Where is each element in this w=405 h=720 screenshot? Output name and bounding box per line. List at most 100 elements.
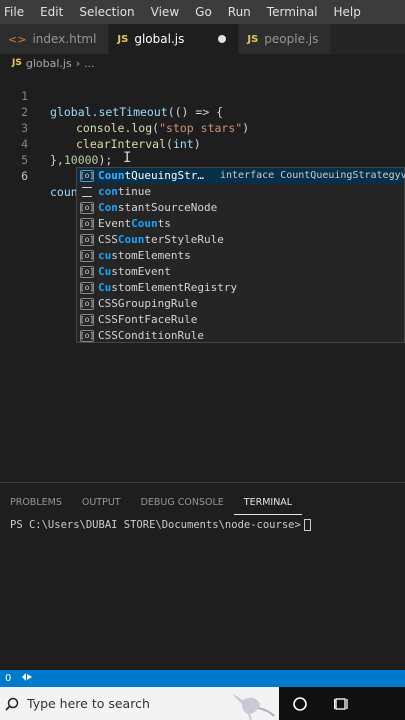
editor-tab-bar: <> index.html JS global.js JS people.js xyxy=(0,24,405,54)
line-number: 6 xyxy=(21,169,28,183)
symbol-icon: [o] xyxy=(79,330,95,342)
suggestion-item[interactable]: [o] customElements xyxy=(77,248,404,264)
suggestion-match: Coun xyxy=(98,169,125,182)
tab-index-html[interactable]: <> index.html xyxy=(0,24,110,54)
tab-label: global.js xyxy=(134,32,185,46)
js-icon: JS xyxy=(117,33,129,45)
suggestion-label: CSSConditionRule xyxy=(98,328,204,344)
tab-global-js[interactable]: JS global.js xyxy=(109,24,240,54)
cortana-icon[interactable] xyxy=(279,687,321,720)
bottom-panel: PROBLEMS OUTPUT DEBUG CONSOLE TERMINAL P… xyxy=(0,482,405,670)
suggestion-item[interactable]: continue xyxy=(77,184,404,200)
suggestion-label-part: ts xyxy=(157,217,171,230)
symbol-icon: [o] xyxy=(79,234,95,246)
unsaved-dot-icon[interactable] xyxy=(218,35,227,43)
suggestion-label: CustomElementRegistry xyxy=(98,280,237,296)
suggestion-item[interactable]: [o] CountQueuingStr… interface CountQueuin… xyxy=(77,168,405,184)
menu-selection[interactable]: Selection xyxy=(71,5,142,19)
breadcrumb-file[interactable]: global.js xyxy=(26,57,72,70)
code-line: 6 coun xyxy=(0,152,405,200)
symbol-icon: [o] xyxy=(79,314,95,326)
heron-illustration xyxy=(228,690,276,720)
breadcrumb: JS global.js › ... xyxy=(0,54,405,72)
suggestion-label-part: tQueuingStr… xyxy=(124,169,204,182)
tab-debug-console[interactable]: DEBUG CONSOLE xyxy=(131,495,234,515)
suggestion-label: CSSFontFaceRule xyxy=(98,312,197,328)
suggestion-label: CSSGroupingRule xyxy=(98,296,197,312)
suggestion-label-part: stomEvent xyxy=(111,265,171,278)
suggestion-match: CSSGroupingRule xyxy=(98,297,198,310)
status-bar: 0 xyxy=(0,670,405,687)
suggestion-label-part: Event xyxy=(98,217,132,230)
code-line: 5 xyxy=(0,136,405,167)
tab-people-js[interactable]: JS people.js xyxy=(239,24,332,54)
symbol-icon: [o] xyxy=(79,170,95,182)
suggestion-label: customElements xyxy=(98,248,191,264)
suggestion-item[interactable]: [o] CSSFontFaceRule xyxy=(77,312,404,328)
menu-run[interactable]: Run xyxy=(220,5,259,19)
suggestion-match: Coun xyxy=(131,217,158,230)
html-icon: <> xyxy=(8,32,27,46)
menu-edit[interactable]: Edit xyxy=(32,5,71,19)
suggestion-match: CSSConditionRule xyxy=(98,329,204,342)
suggestion-item[interactable]: [o] CSSCounterStyleRule xyxy=(77,232,404,248)
suggestion-detail: interface CountQueuingStrategyvar xyxy=(220,170,405,181)
tab-label: people.js xyxy=(264,32,319,46)
suggestion-label-part: tinue xyxy=(117,185,151,198)
menu-bar: File Edit Selection View Go Run Terminal… xyxy=(0,0,405,24)
suggestion-match: cu xyxy=(98,249,112,262)
suggestion-label: CSSCounterStyleRule xyxy=(98,232,224,248)
terminal[interactable]: PS C:\Users\DUBAI STORE\Documents\node-c… xyxy=(10,519,311,531)
menu-go[interactable]: Go xyxy=(187,5,220,19)
tab-terminal[interactable]: TERMINAL xyxy=(233,495,303,515)
suggestion-item[interactable]: [o] CSSConditionRule xyxy=(77,328,404,344)
js-icon: JS xyxy=(247,33,259,45)
autocomplete-list[interactable]: [o] CountQueuingStr… interface CountQueuin… xyxy=(76,167,405,343)
suggestion-label-part: CSS xyxy=(98,233,118,246)
symbol-icon: [o] xyxy=(79,298,95,310)
code-line: 1 global.setTimeout(() => { xyxy=(0,72,405,119)
panel-tabs: PROBLEMS OUTPUT DEBUG CONSOLE TERMINAL xyxy=(0,495,303,515)
problems-count[interactable]: 0 xyxy=(0,673,16,684)
suggestion-match: Con xyxy=(98,201,118,214)
tab-output[interactable]: OUTPUT xyxy=(72,495,131,515)
suggestion-item[interactable]: [o] CSSGroupingRule xyxy=(77,296,404,312)
terminal-prompt: PS C:\Users\DUBAI STORE\Documents\node-c… xyxy=(10,519,301,531)
ibeam-cursor-icon: I xyxy=(123,150,132,166)
task-view-icon[interactable] xyxy=(321,687,363,720)
suggestion-item[interactable]: [o] EventCounts xyxy=(77,216,404,232)
suggestion-match: con xyxy=(98,185,118,198)
terminal-cursor xyxy=(303,519,311,531)
menu-file[interactable]: File xyxy=(0,5,32,19)
menu-terminal[interactable]: Terminal xyxy=(259,5,326,19)
menu-help[interactable]: Help xyxy=(326,5,369,19)
keyword-icon xyxy=(80,186,94,198)
breadcrumb-rest[interactable]: ... xyxy=(84,57,95,70)
suggestion-match: Coun xyxy=(117,233,145,246)
menu-view[interactable]: View xyxy=(143,5,187,19)
suggestion-label: EventCounts xyxy=(98,216,171,232)
typed-text: coun xyxy=(50,185,78,199)
code-line: 3 clearInterval(int) xyxy=(0,104,405,151)
suggestion-match: Cu xyxy=(98,281,112,294)
windows-taskbar: Type here to search xyxy=(0,687,405,720)
chevron-right-icon: › xyxy=(75,56,81,70)
code-line: 4 },10000); xyxy=(0,120,405,167)
suggestion-label: CustomEvent xyxy=(98,264,171,280)
suggestion-label-part: stantSourceNode xyxy=(117,201,218,214)
suggestion-item[interactable]: [o] CustomElementRegistry xyxy=(77,280,404,296)
taskbar-search-box[interactable]: Type here to search xyxy=(0,687,279,720)
run-debug-icon[interactable] xyxy=(16,672,38,685)
symbol-icon: [o] xyxy=(79,282,95,294)
suggestion-item[interactable]: [o] CustomEvent xyxy=(77,264,404,280)
suggestion-label-part: terStyleRule xyxy=(144,233,224,246)
code-line: 2 console.log("stop stars") xyxy=(0,88,405,135)
suggestion-label: CountQueuingStr… xyxy=(98,168,204,184)
suggestion-label-part: stomElements xyxy=(111,249,191,262)
symbol-icon: [o] xyxy=(79,250,95,262)
symbol-icon: [o] xyxy=(79,218,95,230)
symbol-icon: [o] xyxy=(79,266,95,278)
suggestion-item[interactable]: [o] ConstantSourceNode xyxy=(77,200,404,216)
tab-problems[interactable]: PROBLEMS xyxy=(0,495,72,515)
js-icon: JS xyxy=(12,58,22,68)
